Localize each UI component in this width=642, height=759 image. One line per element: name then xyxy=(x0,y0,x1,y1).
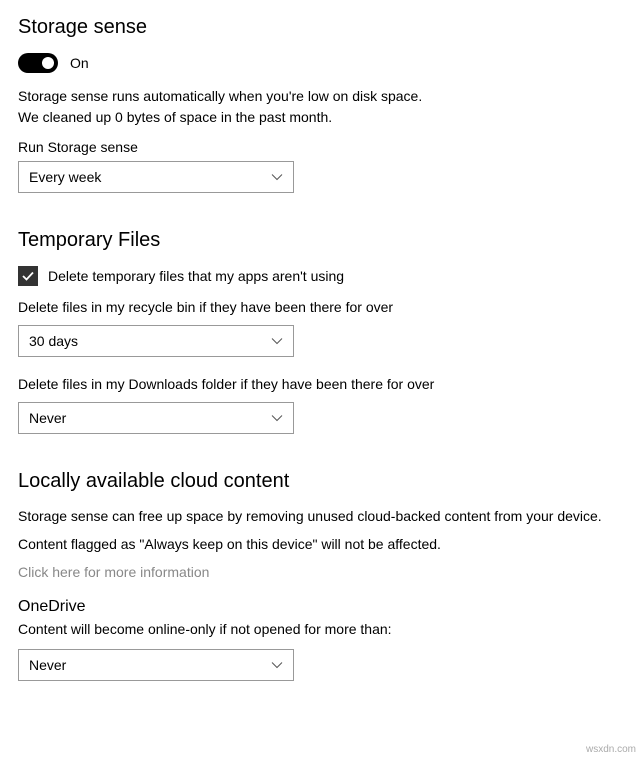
chevron-down-icon xyxy=(271,171,283,183)
storage-sense-section: Storage sense On Storage sense runs auto… xyxy=(18,16,626,193)
chevron-down-icon xyxy=(271,412,283,424)
cloud-desc-2: Content flagged as "Always keep on this … xyxy=(18,535,626,554)
temporary-files-section: Temporary Files Delete temporary files t… xyxy=(18,229,626,434)
more-info-link[interactable]: Click here for more information xyxy=(18,564,626,580)
storage-sense-toggle[interactable] xyxy=(18,53,58,73)
storage-sense-heading: Storage sense xyxy=(18,16,626,39)
delete-temp-label: Delete temporary files that my apps aren… xyxy=(48,268,344,284)
chevron-down-icon xyxy=(271,659,283,671)
temporary-files-heading: Temporary Files xyxy=(18,229,626,252)
checkmark-icon xyxy=(21,269,35,283)
cloud-content-section: Locally available cloud content Storage … xyxy=(18,470,626,682)
downloads-label: Delete files in my Downloads folder if t… xyxy=(18,375,626,394)
toggle-knob-icon xyxy=(42,57,54,69)
onedrive-select[interactable]: Never xyxy=(18,649,294,681)
storage-sense-desc-2: We cleaned up 0 bytes of space in the pa… xyxy=(18,108,626,127)
recycle-bin-label: Delete files in my recycle bin if they h… xyxy=(18,298,626,317)
storage-sense-toggle-row: On xyxy=(18,53,626,73)
downloads-value: Never xyxy=(29,410,66,426)
chevron-down-icon xyxy=(271,335,283,347)
delete-temp-checkbox[interactable] xyxy=(18,266,38,286)
run-frequency-value: Every week xyxy=(29,169,101,185)
downloads-select[interactable]: Never xyxy=(18,402,294,434)
toggle-state-label: On xyxy=(70,55,89,71)
run-storage-sense-label: Run Storage sense xyxy=(18,139,626,155)
recycle-bin-value: 30 days xyxy=(29,333,78,349)
delete-temp-checkbox-row: Delete temporary files that my apps aren… xyxy=(18,266,626,286)
onedrive-value: Never xyxy=(29,657,66,673)
run-frequency-select[interactable]: Every week xyxy=(18,161,294,193)
recycle-bin-select[interactable]: 30 days xyxy=(18,325,294,357)
onedrive-desc: Content will become online-only if not o… xyxy=(18,620,626,639)
onedrive-heading: OneDrive xyxy=(18,598,626,616)
watermark: wsxdn.com xyxy=(586,744,636,755)
cloud-heading: Locally available cloud content xyxy=(18,470,626,493)
storage-sense-desc-1: Storage sense runs automatically when yo… xyxy=(18,87,626,106)
cloud-desc-1: Storage sense can free up space by remov… xyxy=(18,507,626,526)
